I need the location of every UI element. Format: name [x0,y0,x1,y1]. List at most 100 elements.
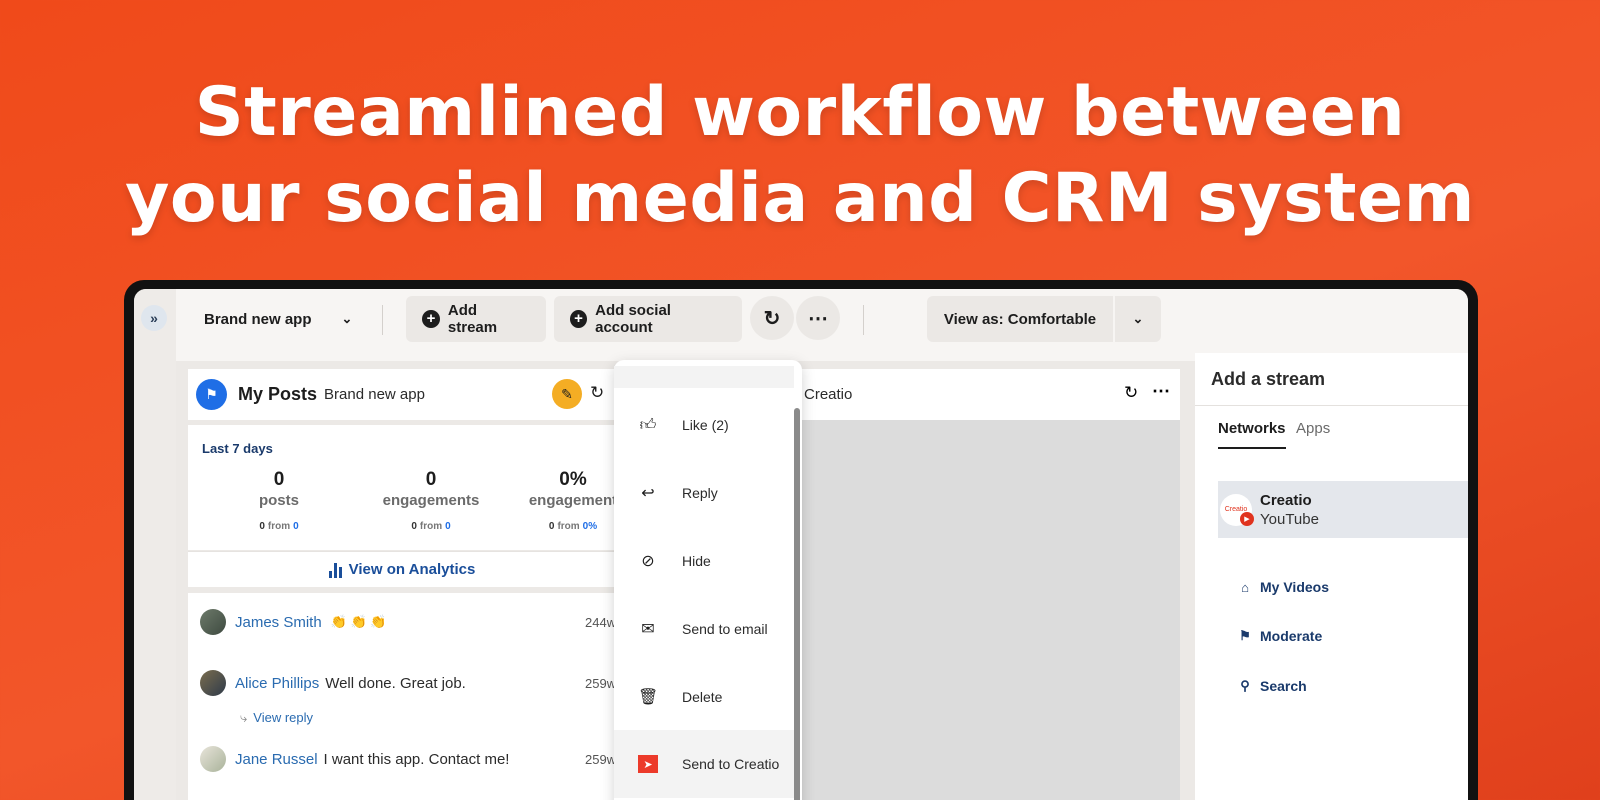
analytics-label: View on Analytics [348,561,476,578]
refresh-icon[interactable]: ↻ [1124,383,1138,403]
stat-base: 0% [582,521,598,532]
toolbar-divider [382,305,383,335]
panel-title: Add a stream [1211,369,1326,389]
plus-icon: + [422,310,440,328]
chevron-down-icon: ⌄ [341,311,353,326]
add-social-account-button[interactable]: + Add social account [554,296,742,342]
stream-option-my-videos[interactable]: ⌂ My Videos [1238,579,1329,595]
plus-icon: + [570,310,588,328]
menu-item-label: Hide [682,553,711,569]
stream-option-moderate[interactable]: ⚑ Moderate [1238,628,1322,644]
reply-arrow-icon: ⤷ [240,710,248,725]
stat-prev: 0 [259,521,265,532]
period-label[interactable]: Last 7 days [202,441,273,456]
post-author[interactable]: Alice Phillips [235,675,319,692]
youtube-icon: ▶ [1240,511,1254,526]
headline-line-1: Streamlined workflow between [194,73,1406,152]
stat-prev: 0 [411,521,417,532]
list-item[interactable]: Alice Phillips Well done. Great job. [200,670,466,696]
more-options-icon[interactable]: ⋯ [796,296,840,340]
option-label: My Videos [1260,579,1329,595]
avatar[interactable] [200,609,226,635]
stat-from: from [267,521,291,532]
menu-item-reply[interactable]: ↩ Reply [614,468,794,518]
list-item[interactable]: James Smith 👏 👏 👏 [200,609,387,635]
menu-item-like[interactable]: 👍︎ Like (2) [614,400,794,450]
avatar[interactable] [200,746,226,772]
divider [1195,405,1468,406]
expand-sidebar-icon[interactable]: » [141,305,167,331]
stat-posts: 0 posts 0 from 0 [204,469,354,532]
app-selector-label: Brand new app [204,310,312,328]
trash-icon: 🗑︎ [638,689,659,706]
compose-icon[interactable]: ✎ [552,379,582,409]
stat-label: engagements [382,492,480,509]
bar-chart-icon [328,562,344,578]
menu-item-delete[interactable]: 🗑︎ Delete [614,672,794,722]
menu-item-hide[interactable]: ⊘ Hide [614,536,794,586]
post-author[interactable]: Jane Russel [235,751,318,768]
left-rail: » [134,289,176,800]
account-title: Creatio [1260,491,1312,509]
post-text: Well done. Great job. [325,674,466,692]
view-on-analytics-link[interactable]: View on Analytics [188,551,616,587]
menu-item-label: Send to email [682,621,768,637]
post-context-menu: 👍︎ Like (2) ↩ Reply ⊘ Hide ✉ Send to ema… [614,360,802,800]
creatio-logo-icon: Creatio ▶ [1220,493,1254,526]
menu-item-send-to-creatio[interactable]: ➤ Send to Creatio [614,730,794,798]
home-icon: ⌂ [1241,579,1249,595]
more-options-icon[interactable]: ⋯ [1152,381,1170,402]
stream-subtitle: Brand new app [324,386,425,403]
tab-apps[interactable]: Apps [1296,420,1330,437]
stat-from: from [419,521,443,532]
app-selector[interactable]: Brand new app ⌄ [198,296,368,342]
envelope-icon: ✉ [641,621,655,638]
account-item[interactable]: Creatio ▶ Creatio YouTube [1218,481,1468,538]
add-stream-button[interactable]: + Add stream [406,296,546,342]
add-stream-label: Add stream [447,302,498,336]
stream-option-search[interactable]: ⚲ Search [1238,678,1306,694]
view-reply-label: View reply [253,710,314,725]
menu-item-label: Delete [682,689,723,705]
search-icon: ⚲ [1240,678,1250,693]
menu-item-label: Send to Creatio [682,756,780,772]
list-item[interactable]: Jane Russel I want this app. Contact me! [200,746,509,772]
creatio-icon-wrap: ➤ [638,755,658,773]
post-time: 259w [585,676,617,691]
refresh-icon[interactable]: ↻ [750,296,794,340]
post-text: I want this app. Contact me! [323,750,510,768]
view-reply-link[interactable]: ⤷ View reply [240,710,313,726]
add-stream-panel: Add a stream Networks Apps Creatio ▶ Cre… [1195,353,1468,800]
menu-scrollbar[interactable] [794,408,800,800]
stat-prev: 0 [548,521,555,532]
stat-base: 0 [293,521,299,532]
stat-label: posts [258,492,299,509]
post-author[interactable]: James Smith [235,614,322,631]
creatio-icon: ➤ [638,755,658,773]
avatar[interactable] [200,670,226,696]
toolbar: Brand new app ⌄ + Add stream + Add socia… [176,289,1468,361]
hide-icon: ⊘ [641,553,655,570]
menu-item-label: Like (2) [682,417,729,433]
refresh-icon[interactable]: ↻ [590,383,604,403]
menu-item-send-to-email[interactable]: ✉ Send to email [614,604,794,654]
chevron-down-icon[interactable]: ⌄ [1115,296,1161,342]
stream-title: Creatio [804,386,853,403]
thumbs-up-icon: 👍︎ [639,416,657,434]
stats-panel: Last 7 days 0 posts 0 from 0 0 engagements… [188,425,617,550]
view-as-select[interactable]: View as: Comfortable [927,296,1113,342]
flag-icon: ⚑ [196,379,227,410]
post-time: 244w [585,615,617,630]
stat-value: 0 [273,469,285,490]
tab-networks[interactable]: Networks [1218,420,1286,449]
stream-title: My Posts [238,384,318,404]
post-text: 👏 👏 👏 [330,614,387,629]
account-name: Creatio YouTube [1260,491,1319,529]
app-screen: » Brand new app ⌄ + Add stream + Add soc… [134,289,1468,800]
stat-comparison: 0 from 0 [204,521,354,532]
stat-value: 0 [425,469,437,490]
stat-from: from [557,521,580,532]
menu-item-label: Reply [682,485,718,501]
stream-header: Creatio ↻ ⋯ [796,369,1180,420]
stat-base: 0 [445,521,451,532]
